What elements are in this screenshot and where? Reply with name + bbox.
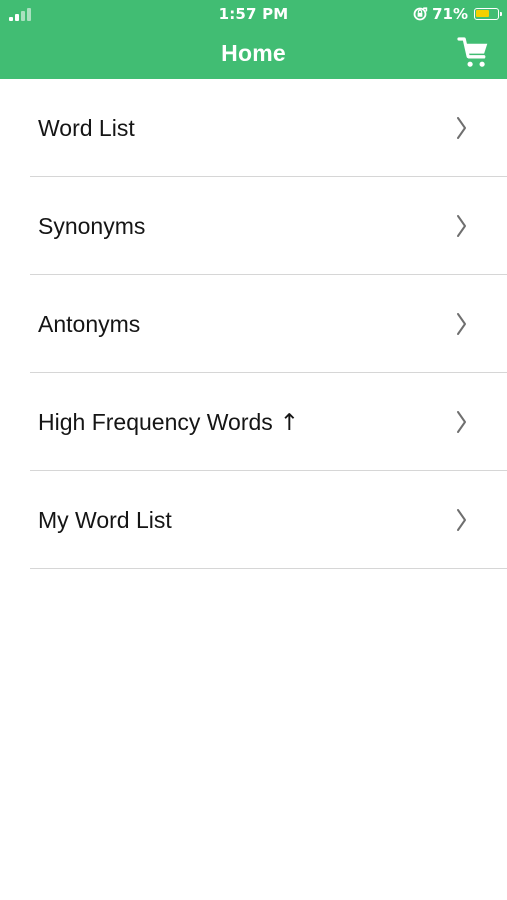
battery-percent: 71%: [432, 5, 468, 23]
battery-fill: [476, 10, 489, 17]
menu-item-text: Antonyms: [38, 311, 141, 337]
chevron-right-icon: [456, 410, 468, 434]
chevron-right-icon: [456, 214, 468, 238]
menu-item-label: Synonyms: [38, 212, 152, 241]
arrow-up-icon: ↑: [279, 410, 300, 436]
menu-item-text: High Frequency Words: [38, 409, 273, 435]
menu-item-text: Word List: [38, 115, 135, 141]
menu-item-text: Synonyms: [38, 213, 146, 239]
menu-item-synonyms[interactable]: Synonyms: [30, 177, 507, 275]
top-app-bar: 1:57 PM 71% Home: [0, 0, 507, 79]
page-title: Home: [221, 40, 286, 66]
shopping-cart-icon: [457, 37, 488, 67]
home-menu-list: Word List Synonyms Antonyms High Frequen…: [0, 79, 507, 569]
menu-item-label: My Word List: [38, 506, 179, 535]
status-bar: 1:57 PM 71%: [0, 0, 507, 28]
menu-item-label: Word List: [38, 114, 142, 143]
menu-item-my-word-list[interactable]: My Word List: [30, 471, 507, 569]
chevron-right-icon: [456, 312, 468, 336]
chevron-right-icon: [456, 508, 468, 532]
home-screen: 1:57 PM 71% Home Word List Synonyms Anto…: [0, 0, 507, 900]
battery-icon: [474, 8, 502, 20]
menu-item-word-list[interactable]: Word List: [30, 79, 507, 177]
menu-item-antonyms[interactable]: Antonyms: [30, 275, 507, 373]
chevron-right-icon: [456, 116, 468, 140]
menu-item-high-frequency-words[interactable]: High Frequency Words ↑: [30, 373, 507, 471]
menu-item-label: High Frequency Words ↑: [38, 408, 299, 437]
shopping-cart-button[interactable]: [457, 36, 490, 69]
menu-item-text: My Word List: [38, 507, 172, 533]
status-right-group: 71%: [412, 4, 502, 24]
orientation-lock-icon: [412, 6, 428, 22]
menu-item-label: Antonyms: [38, 310, 147, 339]
